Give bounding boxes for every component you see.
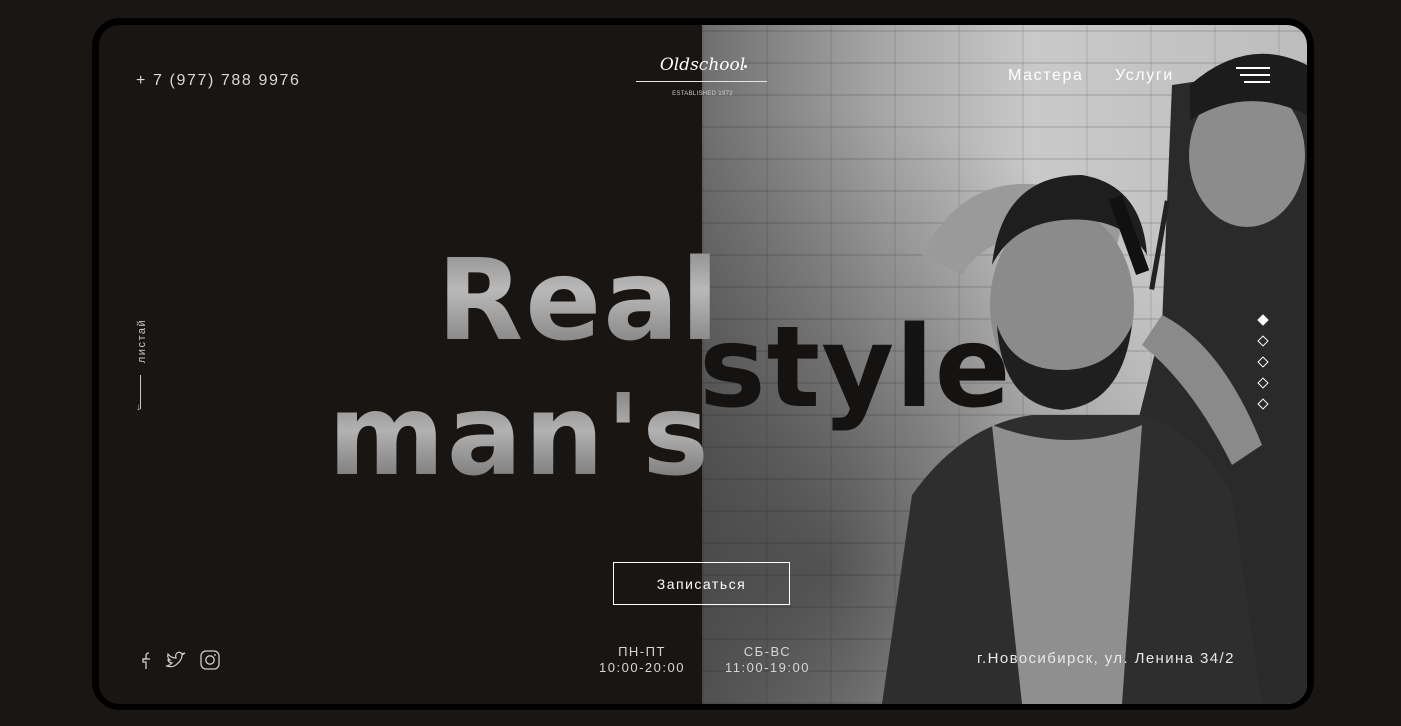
scroll-hint-label: листай [136, 318, 148, 364]
instagram-icon[interactable] [199, 649, 221, 671]
address: г.Новосибирск, ул. Ленина 34/2 [977, 650, 1235, 667]
phone-number[interactable]: + 7 (977) 788 9976 [136, 72, 300, 90]
slider-dot-3[interactable] [1257, 356, 1269, 368]
hours-days: ПН-ПТ [618, 644, 666, 659]
facebook-icon[interactable] [136, 649, 158, 671]
twitter-icon[interactable] [165, 649, 187, 671]
logo-divider [636, 81, 767, 82]
hours-days: СБ-ВС [743, 644, 792, 659]
slider-dot-5[interactable] [1257, 398, 1269, 410]
slider-pagination [1257, 314, 1269, 416]
logo[interactable]: Oldschool ESTABLISHED 1972 [636, 53, 769, 101]
slider-dot-4[interactable] [1257, 377, 1269, 389]
landing-page: + 7 (977) 788 9976 Oldschool ESTABLISHED… [99, 25, 1307, 704]
logo-tagline: ESTABLISHED 1972 [672, 91, 733, 97]
nav-link-services[interactable]: Услуги [1115, 67, 1174, 85]
logo-dot [744, 65, 747, 68]
headline-style: style [699, 303, 1012, 433]
scroll-hint: листай ↓ [132, 315, 152, 415]
headline-real: Real [437, 236, 722, 366]
menu-icon[interactable] [1236, 67, 1270, 85]
hours-time: 10:00-20:00 [599, 660, 685, 675]
slider-dot-1[interactable] [1257, 314, 1269, 326]
hours-weekend: СБ-ВС 11:00-19:00 [724, 644, 811, 676]
book-appointment-button[interactable]: Записаться [613, 562, 790, 605]
slider-dot-2[interactable] [1257, 335, 1269, 347]
headline-mans: man's [328, 371, 711, 501]
logo-name: Oldschool [659, 55, 746, 75]
arrow-down-icon: ↓ [136, 402, 141, 413]
nav-link-masters[interactable]: Мастера [1008, 67, 1083, 85]
hours-time: 11:00-19:00 [725, 660, 810, 675]
hours-weekdays: ПН-ПТ 10:00-20:00 [596, 644, 688, 676]
